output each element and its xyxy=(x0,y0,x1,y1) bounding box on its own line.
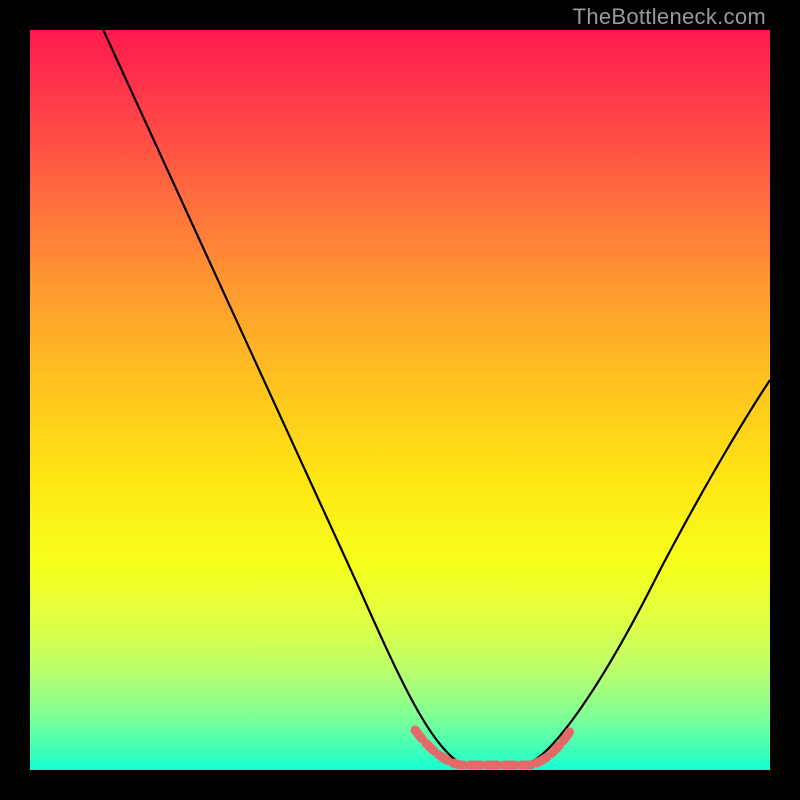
bottleneck-curve xyxy=(85,30,770,763)
watermark-text: TheBottleneck.com xyxy=(573,4,766,30)
plot-area xyxy=(30,30,770,770)
optimal-range-marker xyxy=(415,728,572,765)
curve-layer xyxy=(30,30,770,770)
chart-frame: TheBottleneck.com xyxy=(0,0,800,800)
